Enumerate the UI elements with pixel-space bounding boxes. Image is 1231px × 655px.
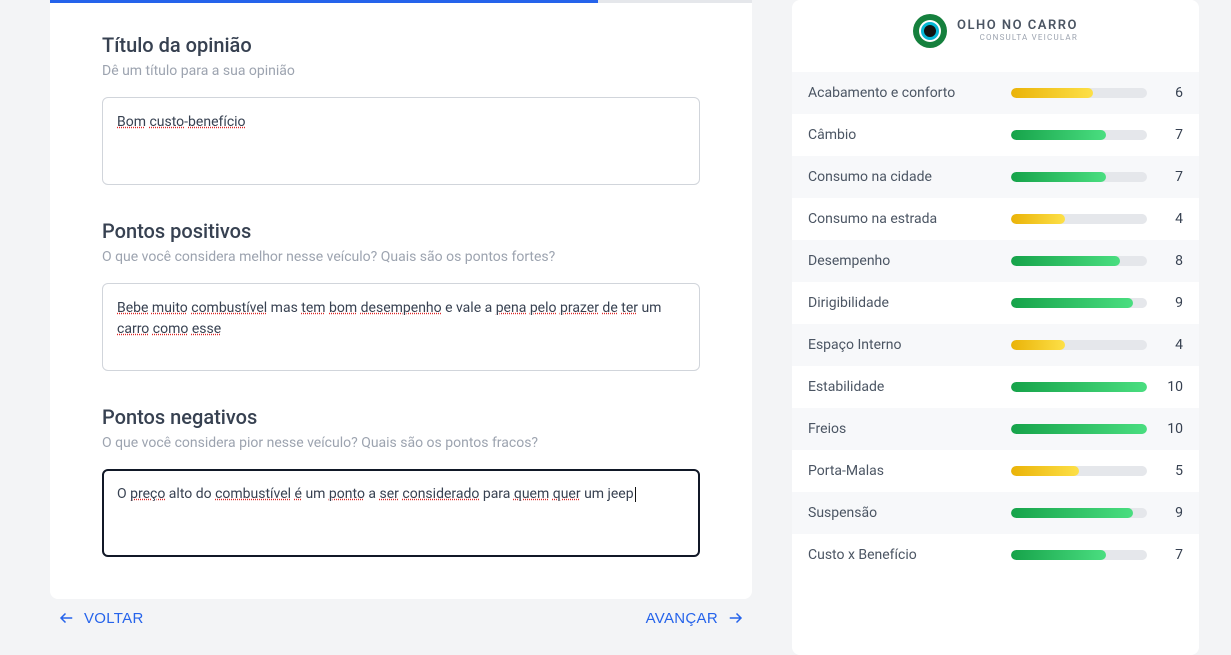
negatives-input[interactable]: O preço alto do combustível é um ponto a… — [102, 469, 700, 557]
positives-heading: Pontos positivos — [102, 219, 700, 243]
negatives-sub: O que você considera pior nesse veículo?… — [102, 435, 700, 451]
metric-bar — [1011, 256, 1147, 266]
metric-bar-fill — [1011, 298, 1133, 308]
positives-section: Pontos positivos O que você considera me… — [102, 219, 700, 371]
metric-label: Custo x Benefício — [808, 547, 1011, 563]
metric-value: 5 — [1163, 463, 1183, 479]
metric-row: Espaço Interno 4 — [792, 324, 1199, 366]
brand-tagline: CONSULTA VEICULAR — [957, 34, 1078, 43]
eye-logo-icon — [913, 14, 947, 48]
metric-row: Suspensão 9 — [792, 492, 1199, 534]
metric-bar-fill — [1011, 88, 1093, 98]
metric-bar-fill — [1011, 424, 1147, 434]
metric-bar — [1011, 424, 1147, 434]
metric-label: Acabamento e conforto — [808, 85, 1011, 101]
negatives-section: Pontos negativos O que você considera pi… — [102, 405, 700, 557]
metric-value: 8 — [1163, 253, 1183, 269]
metric-bar — [1011, 214, 1147, 224]
metric-label: Consumo na cidade — [808, 169, 1011, 185]
title-input[interactable]: Bom custo-benefício — [102, 97, 700, 185]
metric-label: Porta-Malas — [808, 463, 1011, 479]
title-sub: Dê um título para a sua opinião — [102, 63, 700, 79]
metric-value: 9 — [1163, 505, 1183, 521]
metric-bar — [1011, 130, 1147, 140]
metric-bar-fill — [1011, 382, 1147, 392]
brand-name: OLHO NO CARRO — [957, 19, 1078, 33]
back-label: VOLTAR — [84, 610, 144, 627]
metric-bar — [1011, 88, 1147, 98]
metric-label: Estabilidade — [808, 379, 1011, 395]
positives-input[interactable]: Bebe muito combustível mas tem bom desem… — [102, 283, 700, 371]
metric-label: Desempenho — [808, 253, 1011, 269]
metric-row: Consumo na estrada 4 — [792, 198, 1199, 240]
form-actions: VOLTAR AVANÇAR — [50, 605, 752, 627]
metric-bar-fill — [1011, 256, 1120, 266]
metric-label: Consumo na estrada — [808, 211, 1011, 227]
metric-bar-fill — [1011, 172, 1106, 182]
metric-value: 4 — [1163, 211, 1183, 227]
metric-value: 10 — [1163, 379, 1183, 395]
metric-value: 9 — [1163, 295, 1183, 311]
metrics-list: Acabamento e conforto6Câmbio7Consumo na … — [792, 72, 1199, 576]
back-button[interactable]: VOLTAR — [58, 609, 144, 627]
metric-row: Desempenho 8 — [792, 240, 1199, 282]
metric-value: 4 — [1163, 337, 1183, 353]
metric-value: 7 — [1163, 547, 1183, 563]
metric-bar — [1011, 298, 1147, 308]
metric-row: Acabamento e conforto 6 — [792, 72, 1199, 114]
progress-bar — [50, 0, 752, 3]
metric-bar-fill — [1011, 130, 1106, 140]
metric-row: Estabilidade 10 — [792, 366, 1199, 408]
metric-bar — [1011, 466, 1147, 476]
metric-row: Câmbio 7 — [792, 114, 1199, 156]
metric-row: Consumo na cidade 7 — [792, 156, 1199, 198]
metric-bar — [1011, 508, 1147, 518]
metric-row: Porta-Malas 5 — [792, 450, 1199, 492]
metric-bar-fill — [1011, 550, 1106, 560]
metric-label: Freios — [808, 421, 1011, 437]
metric-bar-fill — [1011, 214, 1065, 224]
next-label: AVANÇAR — [646, 610, 718, 627]
metric-bar — [1011, 172, 1147, 182]
next-button[interactable]: AVANÇAR — [646, 609, 744, 627]
progress-fill — [50, 0, 598, 3]
brand: OLHO NO CARRO CONSULTA VEICULAR — [792, 14, 1199, 48]
metric-bar-fill — [1011, 340, 1065, 350]
positives-sub: O que você considera melhor nesse veícul… — [102, 249, 700, 265]
metric-label: Suspensão — [808, 505, 1011, 521]
metric-value: 6 — [1163, 85, 1183, 101]
metric-value: 10 — [1163, 421, 1183, 437]
title-section: Título da opinião Dê um título para a su… — [102, 33, 700, 185]
arrow-right-icon — [726, 609, 744, 627]
arrow-left-icon — [58, 609, 76, 627]
metric-bar-fill — [1011, 508, 1133, 518]
metric-bar — [1011, 340, 1147, 350]
metric-bar-fill — [1011, 466, 1079, 476]
metric-row: Freios 10 — [792, 408, 1199, 450]
metric-label: Câmbio — [808, 127, 1011, 143]
metric-label: Espaço Interno — [808, 337, 1011, 353]
opinion-form-panel: Título da opinião Dê um título para a su… — [50, 0, 752, 599]
negatives-heading: Pontos negativos — [102, 405, 700, 429]
metric-bar — [1011, 550, 1147, 560]
metric-label: Dirigibilidade — [808, 295, 1011, 311]
metric-row: Dirigibilidade 9 — [792, 282, 1199, 324]
metric-value: 7 — [1163, 127, 1183, 143]
metric-bar — [1011, 382, 1147, 392]
metric-row: Custo x Benefício 7 — [792, 534, 1199, 576]
ratings-panel: OLHO NO CARRO CONSULTA VEICULAR Acabamen… — [792, 0, 1199, 655]
metric-value: 7 — [1163, 169, 1183, 185]
title-heading: Título da opinião — [102, 33, 700, 57]
